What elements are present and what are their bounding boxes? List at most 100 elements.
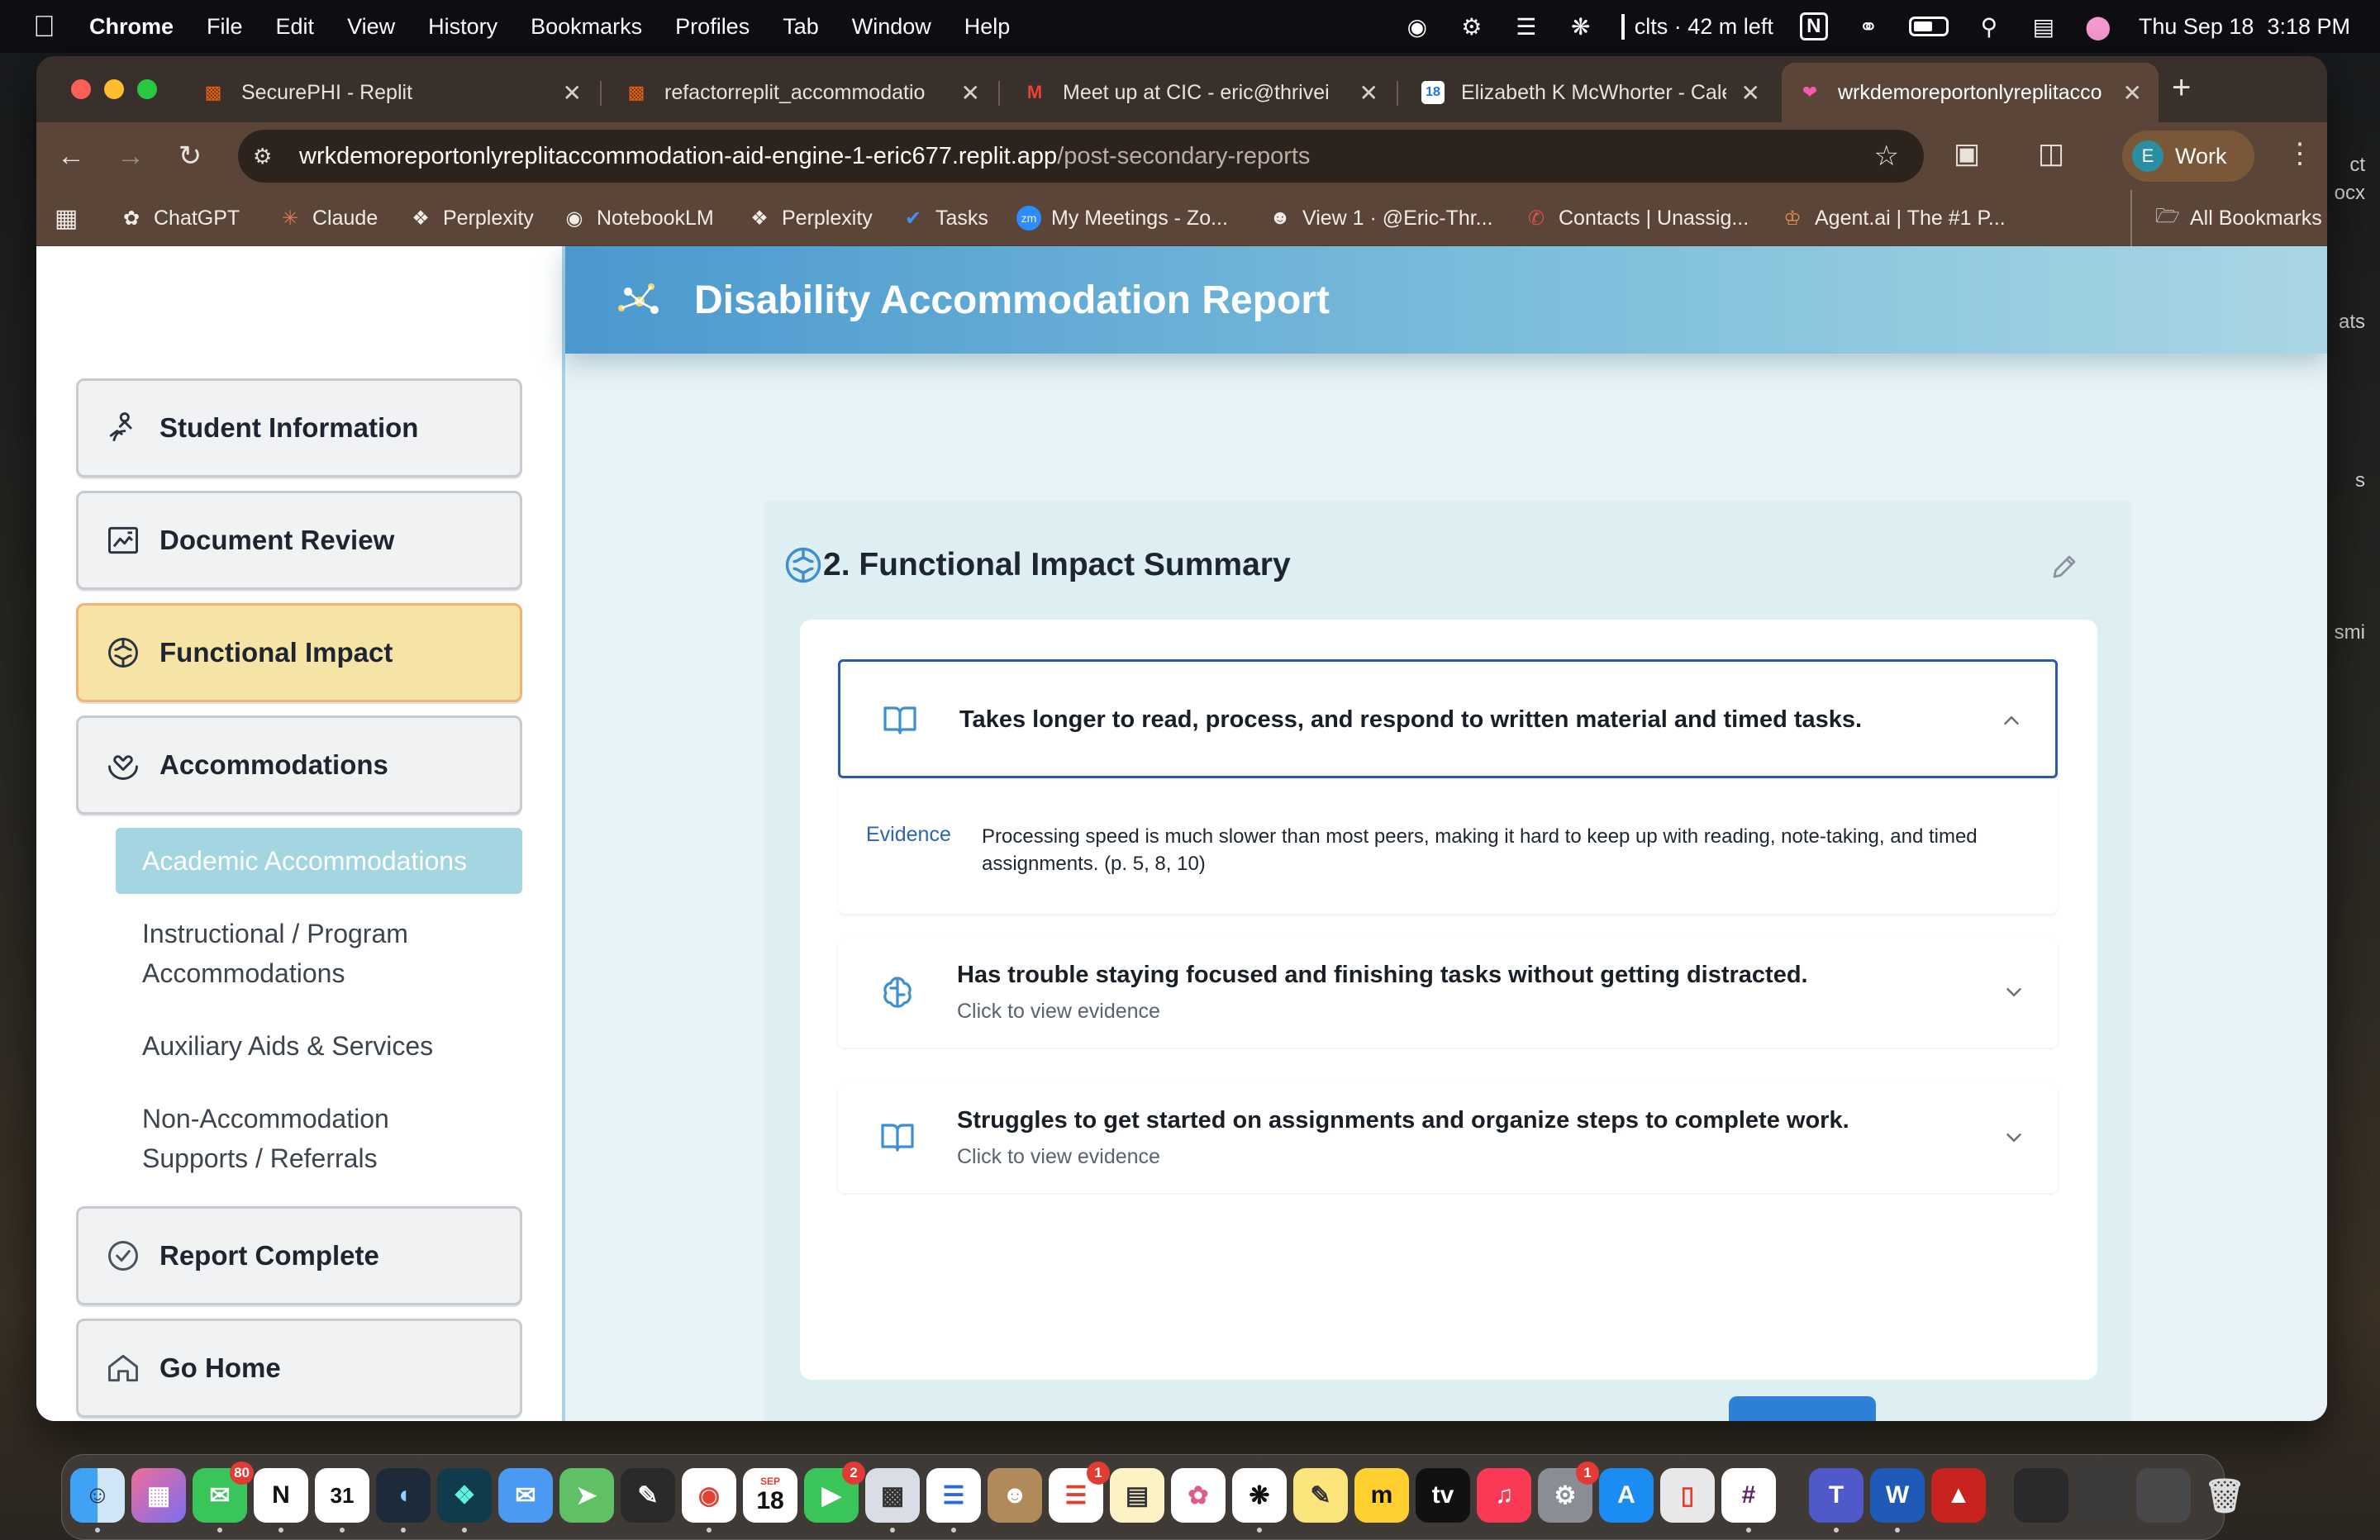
extensions-icon[interactable]: ▣ xyxy=(1954,137,1980,170)
next-button-partial[interactable] xyxy=(1729,1396,1876,1421)
photos-icon[interactable]: ✿ xyxy=(1171,1468,1226,1523)
notion-icon[interactable]: N xyxy=(254,1468,308,1533)
chevron-down-icon[interactable] xyxy=(2002,1125,2026,1150)
calendar-app-icon[interactable]: SEP 18 xyxy=(743,1468,797,1523)
reminders-icon[interactable]: ☰ 1 xyxy=(1049,1462,1110,1523)
bookmark-notebooklm[interactable]: ◉ NotebookLM xyxy=(562,190,714,246)
control-center-icon[interactable]: ▤ xyxy=(2030,12,2058,40)
impact-item[interactable]: Has trouble staying focused and finishin… xyxy=(838,939,2058,1048)
robot-icon[interactable]: ⚙ xyxy=(1458,12,1486,40)
apple-icon[interactable]:  xyxy=(33,9,58,44)
slack-icon[interactable]: # xyxy=(1721,1468,1776,1533)
notebook-app-icon[interactable]: ☰ xyxy=(926,1468,981,1533)
bookmark-chatgpt[interactable]: ✿ ChatGPT xyxy=(119,190,240,246)
launchpad-icon[interactable]: ▦ xyxy=(131,1468,186,1523)
status-text[interactable]: clts · 42 m left xyxy=(1621,13,1773,40)
subnav-academic-accommodations[interactable]: Academic Accommodations xyxy=(116,828,522,894)
close-tab-icon[interactable]: ✕ xyxy=(1741,79,1760,107)
bookmark-github[interactable]: ☻ View 1 · @Eric-Thr... xyxy=(1268,190,1492,246)
arc-icon[interactable]: ◖ xyxy=(376,1468,431,1533)
impact-item[interactable]: Struggles to get started on assignments … xyxy=(838,1084,2058,1193)
stickies-icon[interactable]: ✎ xyxy=(1293,1468,1348,1523)
impact-item-expanded[interactable]: Takes longer to read, process, and respo… xyxy=(838,659,2058,778)
bookmark-tasks[interactable]: ✔ Tasks xyxy=(901,190,988,246)
menubar-date[interactable]: Thu Sep 18 xyxy=(2139,14,2254,40)
nav-functional-impact[interactable]: Functional Impact xyxy=(76,603,522,702)
nav-go-home[interactable]: Go Home xyxy=(76,1319,522,1418)
link-icon[interactable]: ⚭ xyxy=(1854,12,1883,40)
apple-tv-icon[interactable]: tv xyxy=(1416,1468,1470,1523)
notes-icon[interactable]: ▤ xyxy=(1110,1468,1164,1523)
nav-student-information[interactable]: Student Information xyxy=(76,378,522,478)
forward-icon[interactable]: → xyxy=(114,140,147,173)
subnav-instructional-program[interactable]: Instructional / Program Accommodations xyxy=(142,914,408,993)
new-tab-icon[interactable]: + xyxy=(2172,69,2191,107)
browser-tab[interactable]: 18 Elizabeth K McWhorter - Cale ✕ xyxy=(1405,63,1777,122)
contacts-app-icon[interactable]: ☻ xyxy=(988,1468,1042,1523)
chevron-down-icon[interactable] xyxy=(2002,980,2026,1005)
all-bookmarks[interactable]: 🗁 All Bookmarks xyxy=(2130,190,2322,246)
menu-view[interactable]: View xyxy=(347,14,395,40)
calendar-31-icon[interactable]: 31 xyxy=(315,1468,369,1533)
menu-history[interactable]: History xyxy=(428,14,497,40)
maps-icon[interactable]: ➤ xyxy=(559,1468,614,1523)
menu-tab[interactable]: Tab xyxy=(783,14,819,40)
menu-profiles[interactable]: Profiles xyxy=(675,14,750,40)
edit-pencil-icon[interactable] xyxy=(2049,552,2079,582)
address-bar[interactable]: ⚙ wrkdemoreportonlyreplitaccommodation-a… xyxy=(238,130,1924,183)
music-icon[interactable]: ♫ xyxy=(1477,1468,1531,1523)
messages-icon[interactable]: ✉ 80 xyxy=(193,1462,254,1533)
bookmark-perplexity[interactable]: ❖ Perplexity xyxy=(408,190,534,246)
word-icon[interactable]: W xyxy=(1870,1468,1925,1533)
browser-tab[interactable]: ▩ refactorreplit_accommodatio ✕ xyxy=(608,63,997,122)
browser-tab[interactable]: M Meet up at CIC - eric@thrivei ✕ xyxy=(1007,63,1395,122)
finder-icon[interactable]: ☺ xyxy=(70,1468,125,1533)
bookmark-zoom[interactable]: zm My Meetings - Zo... xyxy=(1016,190,1228,246)
close-window-button[interactable] xyxy=(71,79,91,99)
browser-tab-active[interactable]: ❤ wrkdemoreportonlyreplitacco ✕ xyxy=(1782,63,2159,122)
search-icon[interactable]: ⚲ xyxy=(1975,12,2003,40)
miro-icon[interactable]: m xyxy=(1354,1468,1409,1523)
reload-icon[interactable]: ↻ xyxy=(174,140,207,173)
trash-icon[interactable]: 🗑 xyxy=(2197,1468,2252,1523)
siri-icon[interactable]: ⬤ xyxy=(2084,12,2112,40)
bookmark-perplexity-2[interactable]: ❖ Perplexity xyxy=(747,190,873,246)
chrome-icon[interactable]: ◉ xyxy=(682,1468,736,1533)
vpn-globe-icon[interactable]: ◉ xyxy=(1403,12,1431,40)
preview-icon[interactable]: ▩ xyxy=(865,1468,920,1533)
menu-edit[interactable]: Edit xyxy=(276,14,315,40)
perplexity-app-icon[interactable]: ❖ xyxy=(437,1468,492,1533)
chatgpt-app-icon[interactable]: ❋ xyxy=(1232,1468,1287,1533)
iphone-mirroring-icon[interactable]: ▯ xyxy=(1660,1468,1715,1523)
facetime-icon[interactable]: ▶ 2 xyxy=(804,1462,865,1523)
close-tab-icon[interactable]: ✕ xyxy=(2123,79,2142,107)
back-icon[interactable]: ← xyxy=(55,140,88,173)
zoom-window-button[interactable] xyxy=(137,79,157,99)
notion-icon[interactable]: N xyxy=(1799,12,1828,40)
recent-window-icon[interactable] xyxy=(2014,1468,2068,1523)
browser-tab[interactable]: ▩ SecurePHI - Replit ✕ xyxy=(185,63,598,122)
site-settings-icon[interactable]: ⚙ xyxy=(253,144,283,169)
app-store-icon[interactable]: A xyxy=(1599,1468,1654,1523)
menu-file[interactable]: File xyxy=(207,14,243,40)
bookmark-contacts[interactable]: ✆ Contacts | Unassig... xyxy=(1524,190,1749,246)
nav-accommodations[interactable]: Accommodations xyxy=(76,715,522,815)
recent-window-icon[interactable] xyxy=(2075,1468,2130,1523)
menubar-time[interactable]: 3:18 PM xyxy=(2267,14,2350,40)
apps-grid-icon[interactable]: ▦ xyxy=(55,190,78,246)
close-tab-icon[interactable]: ✕ xyxy=(961,79,980,107)
reading-mode-icon[interactable]: ◫ xyxy=(2038,137,2064,170)
nav-report-complete[interactable]: Report Complete xyxy=(76,1206,522,1305)
mail-icon[interactable]: ✉ xyxy=(498,1468,553,1523)
bookmark-claude[interactable]: ✳ Claude xyxy=(278,190,378,246)
teams-icon[interactable]: T xyxy=(1809,1468,1864,1533)
close-tab-icon[interactable]: ✕ xyxy=(1359,79,1378,107)
recent-window-icon[interactable] xyxy=(2136,1468,2191,1523)
nav-document-review[interactable]: Document Review xyxy=(76,491,522,590)
system-settings-icon[interactable]: ⚙ 1 xyxy=(1538,1462,1599,1523)
menu-app-name[interactable]: Chrome xyxy=(89,14,174,40)
chrome-menu-icon[interactable]: ⋮ xyxy=(2286,137,2314,170)
close-tab-icon[interactable]: ✕ xyxy=(563,79,582,107)
list-icon[interactable]: ☰ xyxy=(1512,12,1540,40)
menu-bookmarks[interactable]: Bookmarks xyxy=(531,14,642,40)
